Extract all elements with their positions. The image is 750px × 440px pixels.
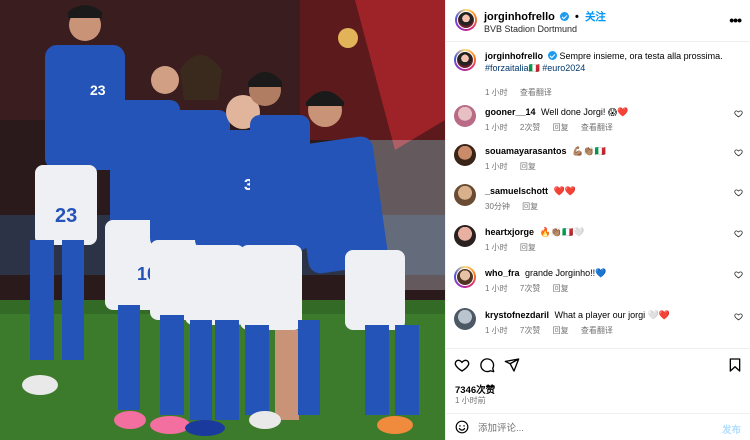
reply-button[interactable]: 回复	[522, 202, 538, 211]
comment-body: 🔥👏🏽🇮🇹🤍	[539, 227, 585, 237]
comment-time: 1 小时	[485, 123, 508, 132]
emoji-icon[interactable]	[455, 420, 469, 434]
comment-meta: 1 小时 2次赞 回复 查看翻译	[485, 122, 623, 133]
comment-item: gooner__14 Well done Jorgi! 😱❤️ 1 小时 2次赞…	[446, 105, 750, 139]
comment-likes[interactable]: 2次赞	[520, 123, 540, 132]
commenter-avatar[interactable]	[454, 308, 476, 330]
caption-translate[interactable]: 查看翻译	[520, 88, 552, 97]
caption-avatar[interactable]	[454, 49, 476, 71]
comment-item: souamayarasantos 💪🏽👏🏽🇮🇹 1 小时 回复	[446, 144, 750, 178]
comment-text: krystofnezdaril What a player our jorgi …	[485, 309, 730, 321]
comment-meta: 30分钟 回复	[485, 201, 548, 212]
comment-text: who_fra grande Jorginho!!💙	[485, 267, 730, 279]
comment-composer: 发布	[446, 413, 750, 440]
comment-likes[interactable]: 7次赞	[520, 284, 540, 293]
reply-button[interactable]: 回复	[553, 326, 569, 335]
comment-body: grande Jorginho!!💙	[525, 268, 607, 278]
bookmark-icon[interactable]	[727, 357, 743, 373]
author-avatar[interactable]	[455, 9, 477, 31]
comment-text: heartxjorge 🔥👏🏽🇮🇹🤍	[485, 226, 730, 238]
comment-text: _samuelschott ❤️❤️	[485, 185, 730, 197]
comment-input[interactable]	[478, 420, 698, 436]
comment-username[interactable]: gooner__14	[485, 107, 536, 117]
comment-meta: 1 小时 回复	[485, 242, 546, 253]
comment-time: 1 小时	[485, 162, 508, 171]
comment-text: souamayarasantos 💪🏽👏🏽🇮🇹	[485, 145, 730, 157]
location-link[interactable]: BVB Stadion Dortmund	[484, 24, 577, 34]
comment-likes[interactable]: 7次赞	[520, 326, 540, 335]
comment-item: _samuelschott ❤️❤️ 30分钟 回复	[446, 184, 750, 218]
comment-time: 1 小时	[485, 284, 508, 293]
comment-body: What a player our jorgi 🤍❤️	[554, 310, 670, 320]
post-time: 1 小时前	[455, 396, 486, 405]
celebration-photo: 23 23 10 3	[0, 0, 445, 440]
caption-hashtags[interactable]: #forzaitalia🇮🇹 #euro2024	[485, 63, 585, 73]
comment-username[interactable]: who_fra	[485, 268, 520, 278]
commenter-avatar[interactable]	[454, 266, 476, 288]
author-line: jorginhofrello • 关注	[484, 9, 606, 24]
caption-time: 1 小时	[485, 88, 508, 97]
heart-icon[interactable]	[734, 148, 743, 157]
post-details-panel: jorginhofrello • 关注 BVB Stadion Dortmund…	[445, 0, 750, 440]
comment-time: 30分钟	[485, 202, 510, 211]
translate-button[interactable]: 查看翻译	[581, 123, 613, 132]
share-icon[interactable]	[504, 357, 520, 373]
comments-list[interactable]: jorginhofrello Sempre insieme, ora testa…	[446, 42, 750, 348]
verified-badge-icon	[559, 12, 569, 21]
heart-icon[interactable]	[734, 109, 743, 118]
translate-button[interactable]: 查看翻译	[581, 326, 613, 335]
post-actions: 7346次赞 1 小时前 发布	[446, 348, 750, 440]
verified-badge-icon	[548, 51, 557, 60]
heart-icon[interactable]	[734, 270, 743, 279]
caption-text: jorginhofrello Sempre insieme, ora testa…	[485, 50, 730, 74]
caption-username[interactable]: jorginhofrello	[485, 51, 543, 61]
svg-text:23: 23	[90, 82, 106, 98]
post-header: jorginhofrello • 关注 BVB Stadion Dortmund…	[446, 0, 750, 42]
commenter-avatar[interactable]	[454, 105, 476, 127]
caption: jorginhofrello Sempre insieme, ora testa…	[446, 49, 750, 99]
comment-icon[interactable]	[479, 357, 495, 373]
comment-meta: 1 小时 7次赞 回复 查看翻译	[485, 325, 623, 336]
comment-username[interactable]: heartxjorge	[485, 227, 534, 237]
post-photo[interactable]: 23 23 10 3	[0, 0, 445, 440]
post-comment-button[interactable]: 发布	[722, 422, 741, 436]
follow-button[interactable]: 关注	[585, 11, 606, 23]
svg-text:23: 23	[55, 205, 77, 227]
comment-body: ❤️❤️	[553, 186, 576, 196]
commenter-avatar[interactable]	[454, 225, 476, 247]
heart-icon[interactable]	[454, 357, 470, 373]
reply-button[interactable]: 回复	[553, 123, 569, 132]
heart-icon[interactable]	[734, 312, 743, 321]
comment-body: Well done Jorgi! 😱❤️	[541, 107, 629, 117]
comment-body: 💪🏽👏🏽🇮🇹	[572, 146, 606, 156]
commenter-avatar[interactable]	[454, 144, 476, 166]
comment-time: 1 小时	[485, 326, 508, 335]
comment-item: heartxjorge 🔥👏🏽🇮🇹🤍 1 小时 回复	[446, 225, 750, 259]
comment-text: gooner__14 Well done Jorgi! 😱❤️	[485, 106, 730, 118]
author-username[interactable]: jorginhofrello	[484, 11, 555, 23]
comment-username[interactable]: souamayarasantos	[485, 146, 567, 156]
reply-button[interactable]: 回复	[520, 162, 536, 171]
comment-item: who_fra grande Jorginho!!💙 1 小时 7次赞 回复	[446, 266, 750, 300]
caption-body: Sempre insieme, ora testa alla prossima.	[559, 51, 723, 61]
commenter-avatar[interactable]	[454, 184, 476, 206]
likes-count[interactable]: 7346次赞	[455, 382, 495, 396]
caption-meta: 1 小时 查看翻译	[485, 87, 562, 98]
comment-meta: 1 小时 回复	[485, 161, 546, 172]
comment-username[interactable]: _samuelschott	[485, 186, 548, 196]
more-horizontal-icon[interactable]: •••	[729, 12, 742, 28]
heart-icon[interactable]	[734, 229, 743, 238]
comment-time: 1 小时	[485, 243, 508, 252]
reply-button[interactable]: 回复	[553, 284, 569, 293]
dot-separator: •	[575, 11, 579, 23]
comment-meta: 1 小时 7次赞 回复	[485, 283, 579, 294]
comment-item: krystofnezdaril What a player our jorgi …	[446, 308, 750, 342]
heart-icon[interactable]	[734, 188, 743, 197]
comment-username[interactable]: krystofnezdaril	[485, 310, 549, 320]
reply-button[interactable]: 回复	[520, 243, 536, 252]
